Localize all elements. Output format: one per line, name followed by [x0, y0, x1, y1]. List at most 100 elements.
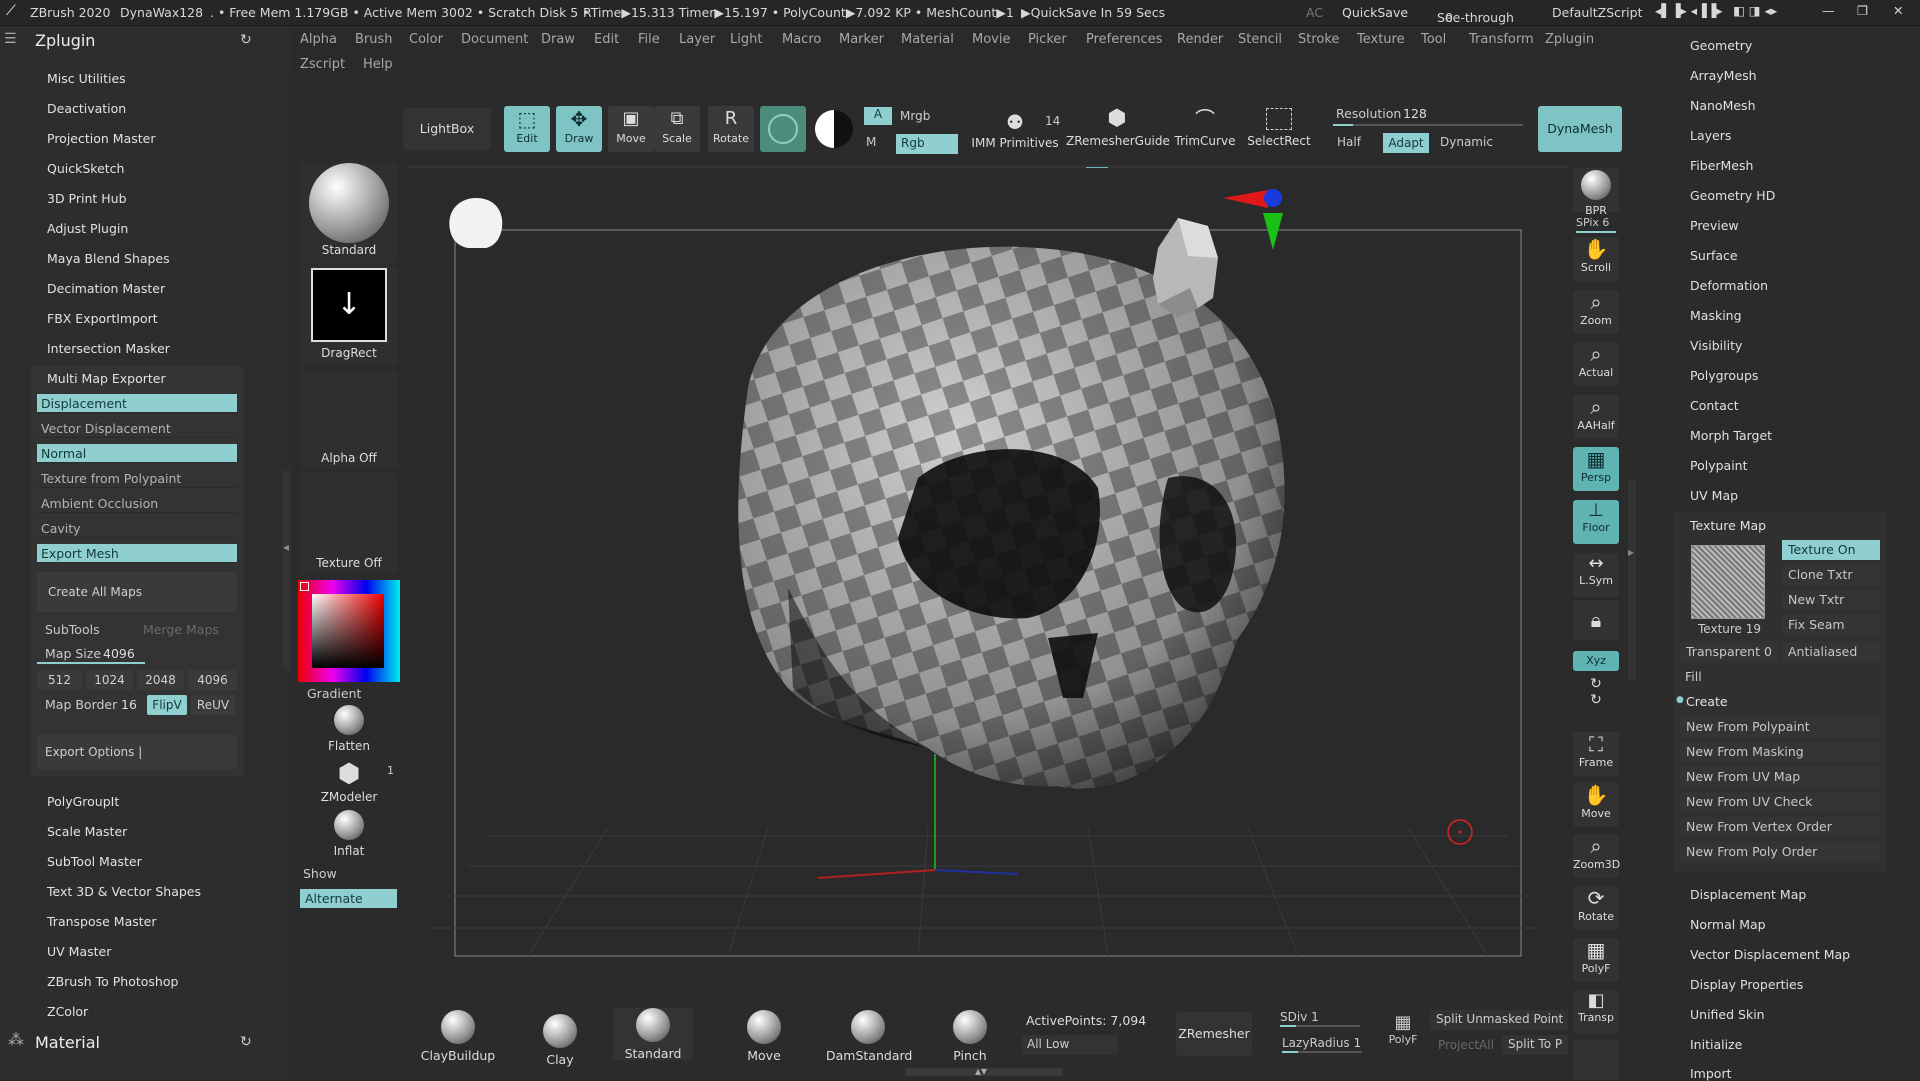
aahalf-button[interactable]: ⌕ AAHalf [1573, 395, 1619, 439]
tool-preview[interactable]: Preview [1690, 218, 1739, 233]
left-tray-arrow-icon[interactable]: ◂ [283, 540, 289, 554]
plugin-polygroupit[interactable]: PolyGroupIt [47, 794, 119, 809]
scale-button[interactable]: ⧉ Scale [654, 106, 700, 152]
tool-uv-map[interactable]: UV Map [1690, 488, 1738, 503]
rotate-view-button[interactable]: ⟳ Rotate [1573, 886, 1619, 930]
tool-fibermesh[interactable]: FiberMesh [1690, 158, 1753, 173]
clay-brush-button[interactable]: Clay [520, 1014, 600, 1067]
transparent-slider[interactable]: Transparent 0 [1680, 642, 1778, 662]
plugin-zbrush-to-photoshop[interactable]: ZBrush To Photoshop [47, 974, 178, 989]
fill-button[interactable]: Fill [1685, 669, 1702, 684]
rgb-toggle[interactable]: Rgb [896, 134, 958, 154]
menu-file[interactable]: File [638, 32, 660, 47]
zremesher-guide-button[interactable]: ⬢ ZRemesherGuide [1066, 104, 1170, 154]
floor-button[interactable]: ⊥ Floor [1573, 500, 1619, 544]
fix-seam-button[interactable]: Fix Seam [1782, 615, 1880, 635]
plugin-adjust[interactable]: Adjust Plugin [47, 221, 128, 236]
persp-button[interactable]: ▦ Persp [1573, 447, 1619, 491]
texture-map-header[interactable]: Texture Map [1690, 518, 1766, 533]
brush-slot[interactable]: Standard [300, 163, 398, 263]
menu-layer[interactable]: Layer [679, 32, 715, 47]
export-mesh-toggle[interactable]: Export Mesh [37, 544, 237, 563]
show-toggle[interactable]: Show [303, 866, 337, 881]
tool-polygroups[interactable]: Polygroups [1690, 368, 1758, 383]
menu-stroke[interactable]: Stroke [1298, 32, 1339, 47]
polyf-bottom-button[interactable]: ▦ PolyF [1384, 1012, 1422, 1056]
bottom-tray-arrow-icon[interactable]: ▴▾ [975, 1064, 987, 1078]
texture-from-polypaint-toggle[interactable]: Texture from Polypaint [37, 469, 237, 488]
ghost-button[interactable] [1573, 1040, 1619, 1080]
tool-unified-skin[interactable]: Unified Skin [1690, 1007, 1765, 1022]
matcap-icon[interactable] [815, 110, 853, 148]
menu-alpha[interactable]: Alpha [300, 32, 337, 47]
reuv-toggle[interactable]: ReUV [191, 695, 235, 715]
spix-slider[interactable]: SPix 6 [1576, 216, 1620, 234]
selectrect-button[interactable]: SelectRect [1244, 104, 1314, 154]
lightbox-button[interactable]: LightBox [403, 108, 491, 150]
scroll-button[interactable]: ✋ Scroll [1573, 237, 1619, 281]
menu-macro[interactable]: Macro [782, 32, 821, 47]
palette-toggle-icon[interactable]: ◂▌▐▸ ◂▐▐▸ [1655, 3, 1723, 18]
plugin-transpose-master[interactable]: Transpose Master [47, 914, 156, 929]
menu-draw[interactable]: Draw [541, 32, 575, 47]
half-toggle[interactable]: Half [1337, 135, 1361, 149]
mrgb-toggle[interactable]: Mrgb [900, 109, 930, 123]
polyf-button[interactable]: ▦ PolyF [1573, 938, 1619, 982]
menu-movie[interactable]: Movie [972, 32, 1010, 47]
stroke-slot[interactable]: ↓ DragRect [300, 266, 398, 366]
menu-color[interactable]: Color [409, 32, 443, 47]
subtools-toggle[interactable]: SubTools [45, 622, 100, 637]
zoom3d-button[interactable]: ⌕ Zoom3D [1573, 834, 1620, 878]
menu-help[interactable]: Help [363, 57, 393, 72]
menu-zscript[interactable]: Zscript [300, 57, 345, 72]
damstandard-brush-button[interactable]: DamStandard [826, 1010, 912, 1063]
menu-edit[interactable]: Edit [594, 32, 619, 47]
flatten-brush-button[interactable]: Flatten [300, 705, 398, 755]
material-sphere-button[interactable] [760, 106, 806, 152]
plugin-quicksketch[interactable]: QuickSketch [47, 161, 124, 176]
tool-display-properties[interactable]: Display Properties [1690, 977, 1803, 992]
canvas-svg[interactable] [408, 168, 1568, 1000]
pinch-brush-button[interactable]: Pinch [930, 1010, 1010, 1063]
plugin-zcolor[interactable]: ZColor [47, 1004, 88, 1019]
lazyradius-slider[interactable]: LazyRadius 1 [1282, 1036, 1372, 1056]
lsym-button[interactable]: ↔ L.Sym [1573, 553, 1619, 597]
plugin-scale-master[interactable]: Scale Master [47, 824, 127, 839]
create-header[interactable]: Create [1686, 694, 1728, 709]
rotate-axis-buttons[interactable]: ↻ ↻ [1573, 676, 1619, 720]
edit-button[interactable]: ⬚ Edit [504, 106, 550, 152]
size-4096-button[interactable]: 4096 [188, 670, 237, 690]
merge-maps-toggle[interactable]: Merge Maps [143, 622, 219, 637]
lock-button[interactable]: 🔒︎ [1573, 600, 1619, 640]
normal-toggle[interactable]: Normal [37, 444, 237, 463]
menu-marker[interactable]: Marker [839, 32, 884, 47]
tool-deformation[interactable]: Deformation [1690, 278, 1768, 293]
trimcurve-button[interactable]: ⌒ TrimCurve [1172, 104, 1238, 154]
split-unmasked-button[interactable]: Split Unmasked Point [1430, 1010, 1568, 1030]
color-picker-handle[interactable] [300, 582, 309, 591]
antialiased-toggle[interactable]: Antialiased [1782, 642, 1880, 662]
tool-masking[interactable]: Masking [1690, 308, 1742, 323]
flipv-toggle[interactable]: FlipV [147, 695, 187, 715]
plugin-text-3d[interactable]: Text 3D & Vector Shapes [47, 884, 201, 899]
texture-on-toggle[interactable]: Texture On [1782, 540, 1880, 560]
zmodeler-brush-button[interactable]: ⬢ ZModeler [300, 758, 398, 808]
menu-preferences[interactable]: Preferences [1086, 32, 1162, 47]
m-toggle[interactable]: M [866, 135, 876, 149]
tool-geometry[interactable]: Geometry [1690, 38, 1752, 53]
menu-document[interactable]: Document [461, 32, 528, 47]
frame-button[interactable]: ⛶ Frame [1573, 732, 1619, 776]
tool-surface[interactable]: Surface [1690, 248, 1738, 263]
script-menu[interactable]: DefaultZScript [1552, 5, 1643, 20]
resolution-slider[interactable]: Resolution 128 [1333, 104, 1523, 126]
close-icon[interactable]: ✕ [1893, 3, 1903, 18]
tool-displacement-map[interactable]: Displacement Map [1690, 887, 1806, 902]
a-toggle[interactable]: A [864, 107, 892, 125]
alternate-toggle[interactable]: Alternate [300, 889, 397, 908]
new-from-polypaint-button[interactable]: New From Polypaint [1680, 717, 1880, 737]
gradient-toggle[interactable]: Gradient [307, 686, 361, 701]
plugin-decimation-master[interactable]: Decimation Master [47, 281, 165, 296]
zoom-button[interactable]: ⌕ Zoom [1573, 290, 1619, 334]
clone-txtr-button[interactable]: Clone Txtr [1782, 565, 1880, 585]
material-header[interactable]: Material [35, 1033, 100, 1052]
